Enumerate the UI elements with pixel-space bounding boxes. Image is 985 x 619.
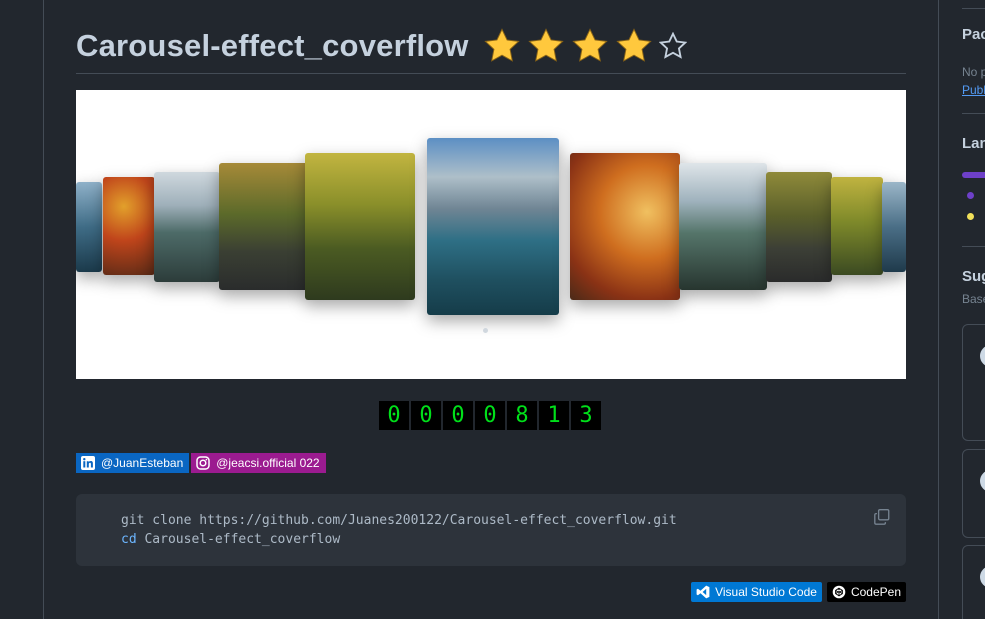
suggested-heading: Sug [962,268,985,285]
packages-empty-text: No p [962,65,985,79]
copy-icon[interactable] [873,508,891,526]
carousel-slide [882,182,906,272]
carousel-pagination-dot [483,328,488,333]
star-filled-icon [527,28,564,62]
avatar [980,345,985,367]
language-dot-icon [967,213,974,220]
counter-digit: 8 [507,401,537,430]
carousel-slide [154,172,220,282]
vscode-badge[interactable]: Visual Studio Code [691,582,822,602]
carousel-slide [103,177,155,275]
star-empty-icon [658,32,687,59]
suggested-card[interactable] [962,449,985,538]
social-badges: @JuanEsteban @jeacsi.official 022 [76,453,326,473]
repo-sidebar: Pac No p Publ Lan Sug Base [939,0,985,619]
title-row: Carousel-effect_coverflow [76,24,693,68]
carousel-slide [766,172,832,282]
suggested-card[interactable] [962,324,985,441]
counter-digit: 0 [379,401,409,430]
instagram-badge[interactable]: @jeacsi.official 022 [191,453,326,473]
counter-digit: 3 [571,401,601,430]
visitor-counter: 0 0 0 0 8 1 3 [379,401,603,430]
code-line-cd: cd Carousel-effect_coverflow [121,532,340,547]
counter-digit: 0 [475,401,505,430]
counter-digit: 0 [443,401,473,430]
vscode-icon [696,585,710,599]
avatar [980,470,985,492]
carousel-slide [76,182,102,272]
avatar [980,566,985,588]
language-dot-icon [967,192,974,199]
sidebar-divider [962,113,985,114]
carousel-slide [831,177,883,275]
counter-digit: 0 [411,401,441,430]
rating-stars [483,27,693,65]
star-filled-icon [483,28,520,62]
instagram-handle: @jeacsi.official 022 [216,456,320,470]
codepen-label: CodePen [850,585,901,599]
language-bar [962,172,985,178]
left-border [43,0,44,619]
linkedin-handle: @JuanEsteban [101,456,184,470]
repo-title: Carousel-effect_coverflow [76,28,469,63]
star-filled-icon [571,28,608,62]
vscode-label: Visual Studio Code [715,585,817,599]
packages-heading: Pac [962,26,985,43]
code-block: git clone https://github.com/Juanes20012… [76,494,906,566]
suggested-card[interactable] [962,545,985,619]
carousel-slide [570,153,680,300]
languages-heading: Lan [962,135,985,152]
codepen-icon [832,585,846,599]
carousel-slide [305,153,415,300]
linkedin-icon [81,456,95,470]
carousel-preview-image [76,90,906,379]
code-keyword: cd [121,532,137,547]
code-argument: Carousel-effect_coverflow [136,532,341,547]
sidebar-divider [962,246,985,247]
title-divider [76,73,906,74]
carousel-slide-active [427,138,559,315]
tool-badges: Visual Studio Code CodePen [691,582,906,602]
code-line-clone: git clone https://github.com/Juanes20012… [121,513,677,528]
counter-digit: 1 [539,401,569,430]
codepen-badge[interactable]: CodePen [826,582,906,602]
packages-publish-link[interactable]: Publ [962,83,985,97]
sidebar-divider [962,8,985,9]
carousel-slide [679,163,767,290]
suggested-subtext: Base [962,292,985,306]
carousel-slide [219,163,309,290]
instagram-icon [196,456,210,470]
linkedin-badge[interactable]: @JuanEsteban [76,453,190,473]
star-filled-icon [615,28,652,62]
